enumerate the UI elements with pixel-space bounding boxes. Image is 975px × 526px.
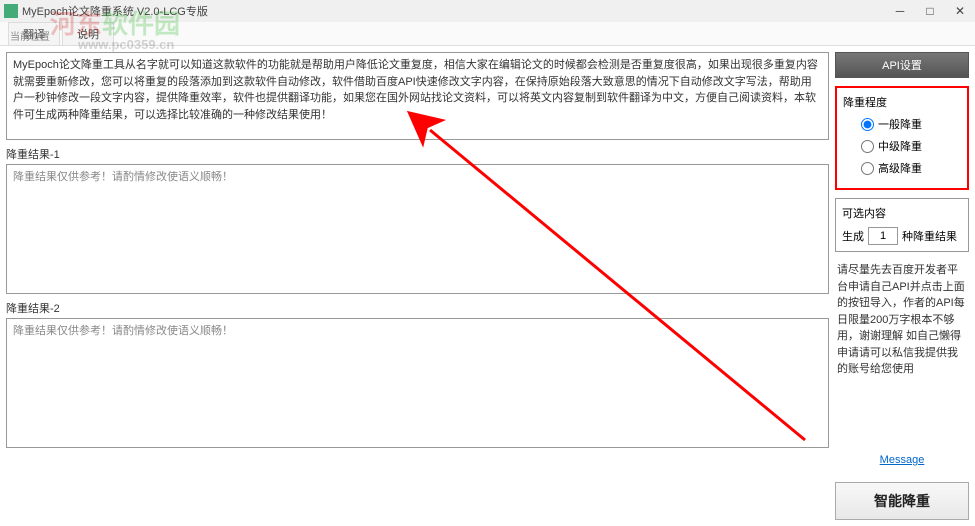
- maximize-button[interactable]: □: [915, 0, 945, 22]
- app-icon: [4, 4, 18, 18]
- message-link[interactable]: Message: [835, 454, 969, 466]
- degree-radio-1[interactable]: [861, 118, 874, 131]
- api-settings-button[interactable]: API设置: [835, 52, 969, 78]
- degree-option-normal[interactable]: 一般降重: [861, 116, 961, 132]
- degree-radio-2[interactable]: [861, 140, 874, 153]
- tab-row: 翻译 说明: [0, 22, 975, 46]
- context-label: 当前位置: [10, 28, 50, 43]
- gen-suffix: 种降重结果: [902, 228, 957, 244]
- degree-radio-3[interactable]: [861, 162, 874, 175]
- window-title: MyEpoch论文降重系统 V2.0-LCG专版: [22, 3, 208, 19]
- gen-label: 生成: [842, 228, 864, 244]
- gen-count-input[interactable]: [868, 227, 898, 245]
- degree-title: 降重程度: [843, 94, 961, 110]
- right-column: API设置 降重程度 一般降重 中级降重 高级降重 可选内容 生成 种降重结: [835, 46, 975, 526]
- close-button[interactable]: ✕: [945, 0, 975, 22]
- result1-textarea[interactable]: 降重结果仅供参考！请酌情修改使语义顺畅！: [6, 164, 829, 294]
- minimize-button[interactable]: ─: [885, 0, 915, 22]
- generate-row: 生成 种降重结果: [842, 227, 962, 245]
- tab-instructions[interactable]: 说明: [62, 22, 114, 45]
- input-textarea[interactable]: MyEpoch论文降重工具从名字就可以知道这款软件的功能就是帮助用户降低论文重复…: [6, 52, 829, 140]
- result1-label: 降重结果-1: [6, 146, 829, 162]
- degree-option-mid[interactable]: 中级降重: [861, 138, 961, 154]
- title-bar: MyEpoch论文降重系统 V2.0-LCG专版 ─ □ ✕: [0, 0, 975, 22]
- main-layout: MyEpoch论文降重工具从名字就可以知道这款软件的功能就是帮助用户降低论文重复…: [0, 46, 975, 526]
- smart-reduce-button[interactable]: 智能降重: [835, 482, 969, 520]
- result-group-2: 降重结果-2 降重结果仅供参考！请酌情修改使语义顺畅！: [6, 300, 829, 448]
- result-group-1: 降重结果-1 降重结果仅供参考！请酌情修改使语义顺畅！: [6, 146, 829, 294]
- info-text: 请尽量先去百度开发者平台申请自己API并点击上面的按钮导入，作者的API每日限量…: [835, 260, 969, 380]
- optional-panel: 可选内容 生成 种降重结果: [835, 198, 969, 252]
- degree-option-high[interactable]: 高级降重: [861, 160, 961, 176]
- result2-textarea[interactable]: 降重结果仅供参考！请酌情修改使语义顺畅！: [6, 318, 829, 448]
- result2-label: 降重结果-2: [6, 300, 829, 316]
- window-controls: ─ □ ✕: [885, 0, 975, 22]
- optional-title: 可选内容: [842, 205, 962, 221]
- degree-panel: 降重程度 一般降重 中级降重 高级降重: [835, 86, 969, 190]
- left-column: MyEpoch论文降重工具从名字就可以知道这款软件的功能就是帮助用户降低论文重复…: [0, 46, 835, 526]
